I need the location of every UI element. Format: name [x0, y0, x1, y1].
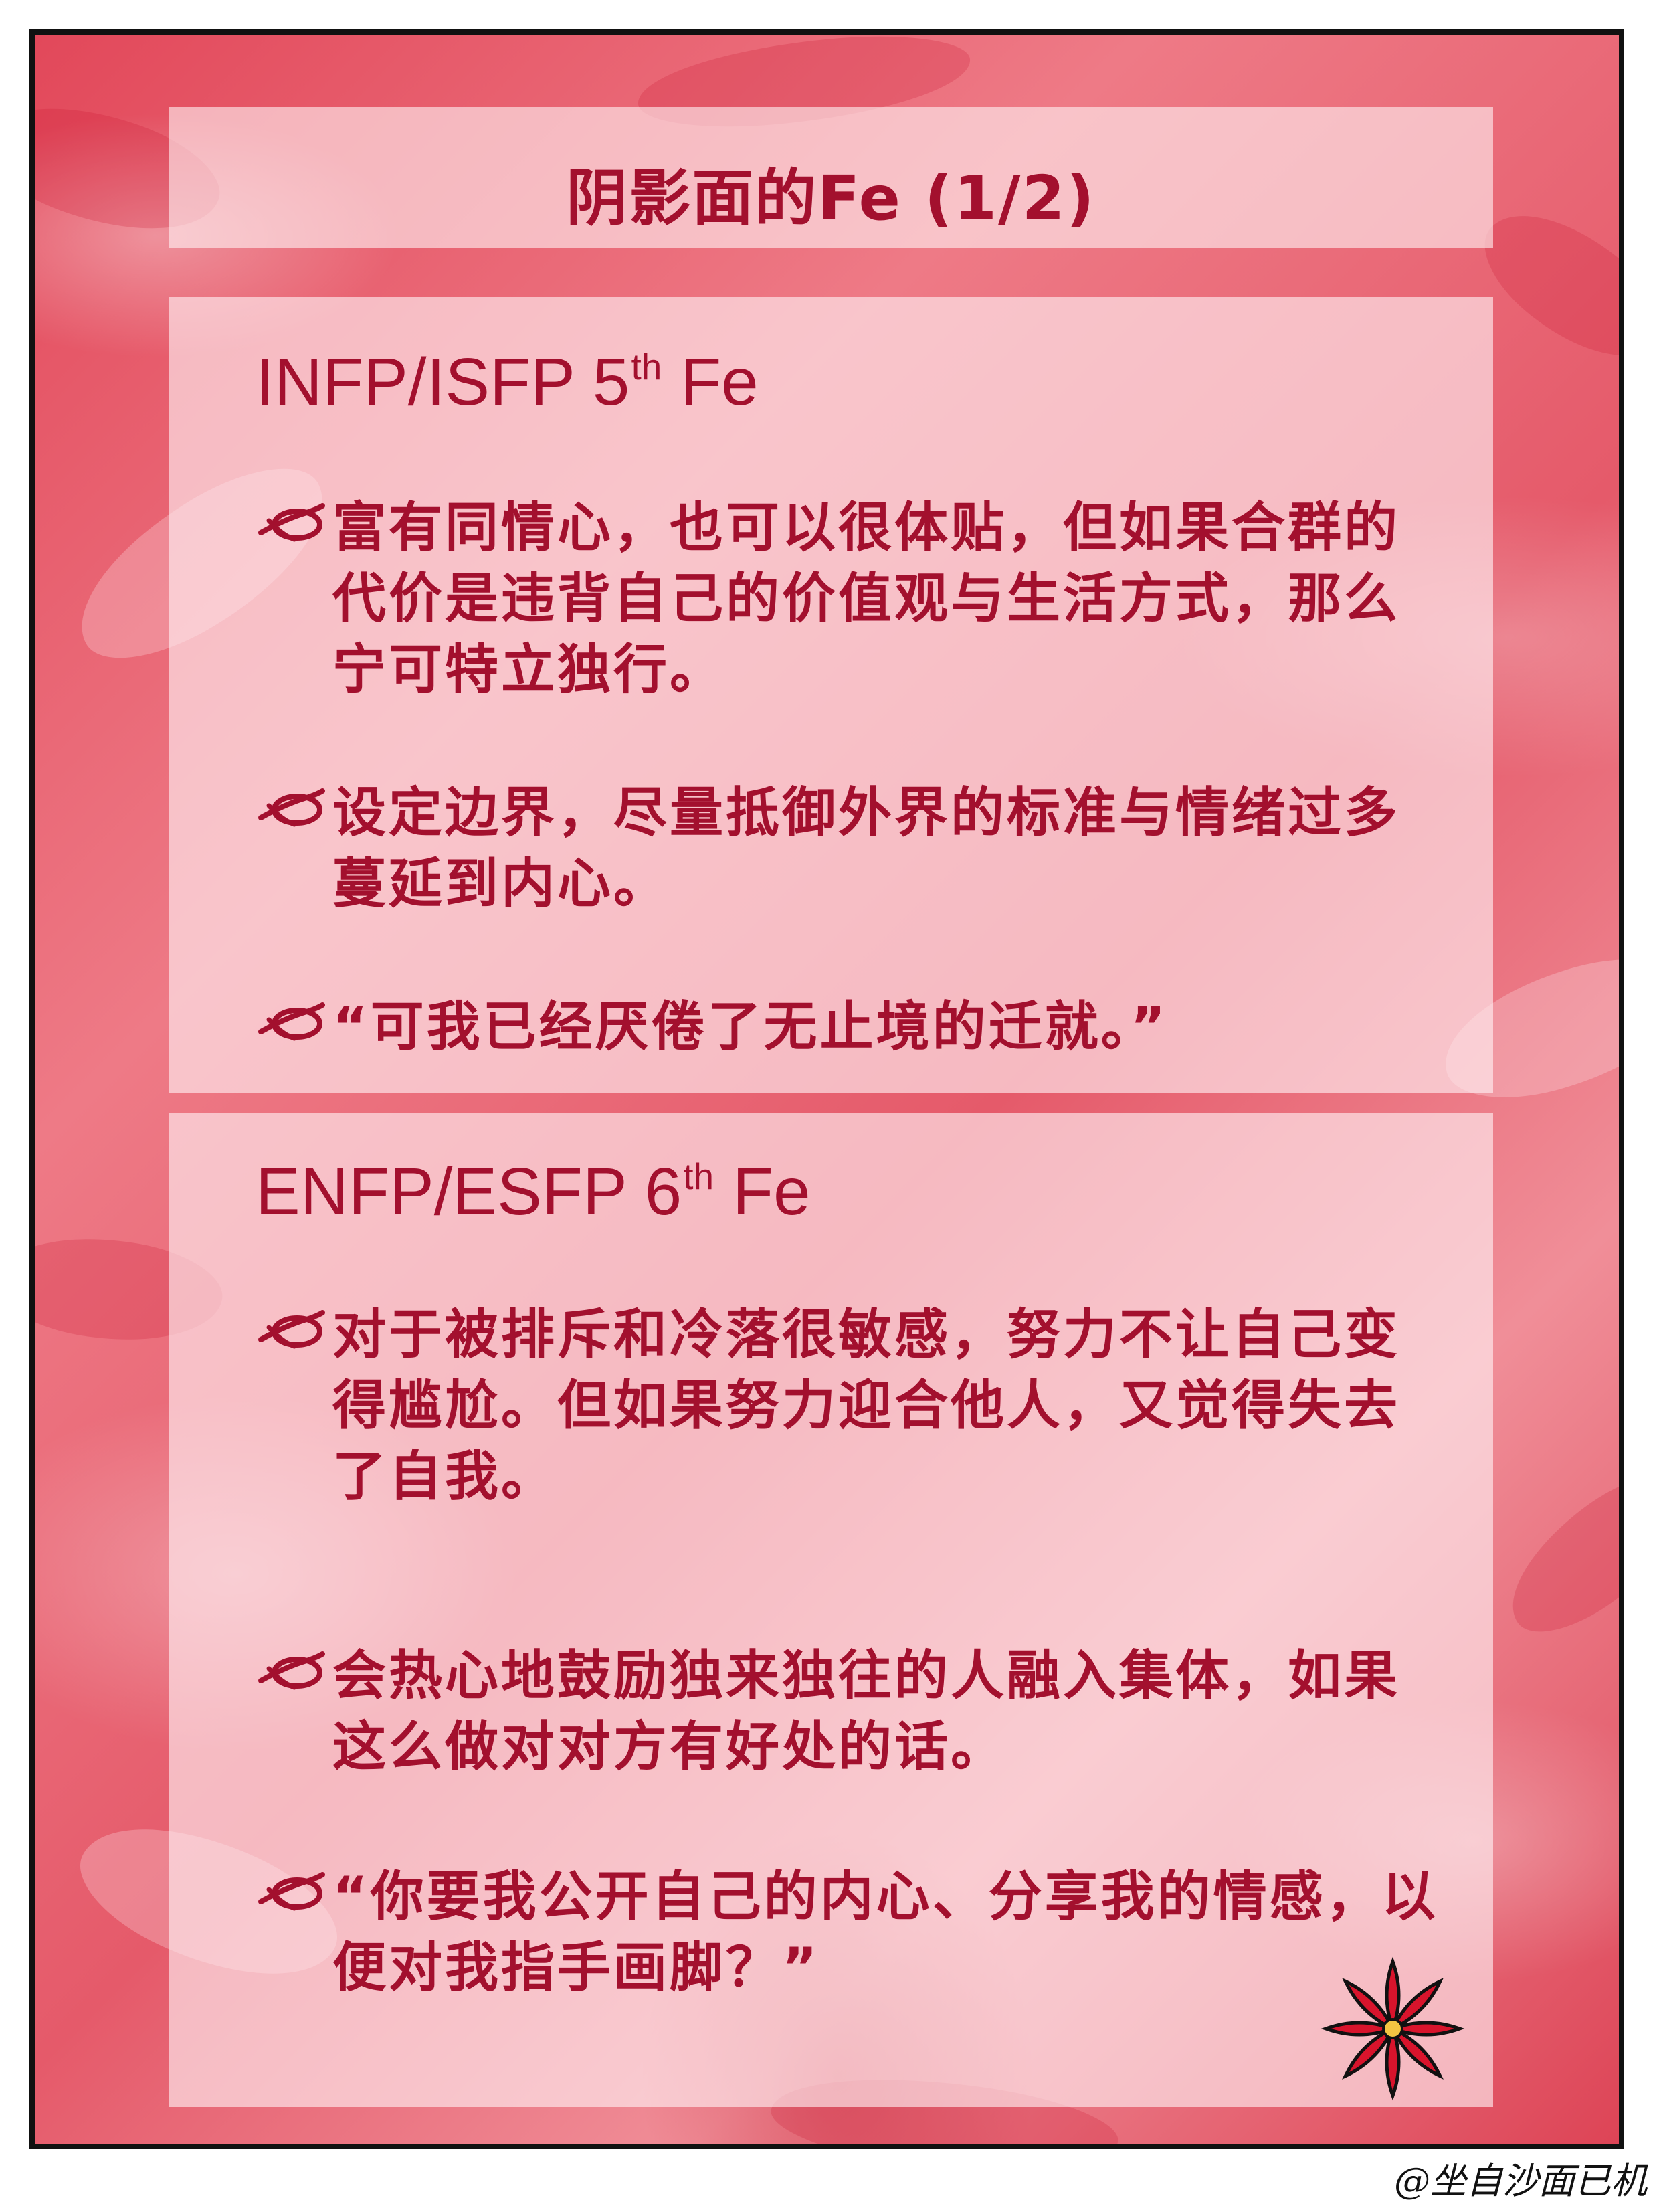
type-pair: INFP/ISFP 5 [256, 345, 630, 420]
bullet-text: 对于被排斥和冷落很敏感，努力不让自己变得尴尬。但如果努力迎合他人，又觉得失去了自… [332, 1303, 1400, 1507]
section-panel-enfp-esfp: ENFP/ESFP 6th Fe 对于被排斥和冷落很敏感，努力不让自己变得尴尬。… [169, 1113, 1493, 2107]
bullet-text: 设定边界，尽量抵御外界的标准与情绪过多蔓延到内心。 [332, 781, 1400, 915]
function-label: Fe [662, 345, 759, 420]
list-item: 对于被排斥和冷落很敏感，努力不让自己变得尴尬。但如果努力迎合他人，又觉得失去了自… [256, 1299, 1453, 1512]
page-title: 阴影面的Fe (1/2) [566, 163, 1096, 234]
bullet-text: 会热心地鼓励独来独往的人融入集体，如果这么做对对方有好处的话。 [332, 1645, 1400, 1778]
bullet-text: “可我已经厌倦了无止境的迁就。” [332, 996, 1169, 1058]
ribbon-loop-icon [258, 1651, 325, 1690]
title-band: 阴影面的Fe (1/2) [169, 107, 1493, 248]
list-item: “可我已经厌倦了无止境的迁就。” [256, 992, 1453, 1063]
ribbon-loop-icon [258, 788, 325, 827]
author-signature: @坐自沙面已机 [1394, 2160, 1647, 2202]
list-item: 会热心地鼓励独来独往的人融入集体，如果这么做对对方有好处的话。 [256, 1641, 1453, 1782]
section-heading: ENFP/ESFP 6th Fe [256, 1154, 811, 1230]
list-item: “你要我公开自己的内心、分享我的情感，以便对我指手画脚？” [256, 1861, 1453, 2003]
ordinal-suffix: th [631, 346, 662, 387]
ribbon-loop-icon [258, 1872, 325, 1911]
ribbon-loop-icon [258, 503, 325, 542]
function-label: Fe [714, 1154, 811, 1229]
bullet-text: “你要我公开自己的内心、分享我的情感，以便对我指手画脚？” [332, 1865, 1438, 1999]
section-panel-infp-isfp: INFP/ISFP 5th Fe 富有同情心，也可以很体贴，但如果合群的代价是违… [169, 297, 1493, 1093]
red-flower-icon [1321, 1956, 1465, 2101]
list-item: 富有同情心，也可以很体贴，但如果合群的代价是违背自己的价值观与生活方式，那么宁可… [256, 492, 1453, 705]
bullet-text: 富有同情心，也可以很体贴，但如果合群的代价是违背自己的价值观与生活方式，那么宁可… [332, 496, 1400, 701]
type-pair: ENFP/ESFP 6 [256, 1154, 682, 1229]
section-heading: INFP/ISFP 5th Fe [256, 344, 759, 421]
poster-frame: 阴影面的Fe (1/2) INFP/ISFP 5th Fe 富有同情心，也可以很… [29, 29, 1624, 2149]
ribbon-loop-icon [258, 1310, 325, 1349]
list-item: 设定边界，尽量抵御外界的标准与情绪过多蔓延到内心。 [256, 777, 1453, 919]
ordinal-suffix: th [683, 1156, 714, 1197]
ribbon-loop-icon [258, 1002, 325, 1041]
petal-decoration [1485, 1453, 1619, 1654]
